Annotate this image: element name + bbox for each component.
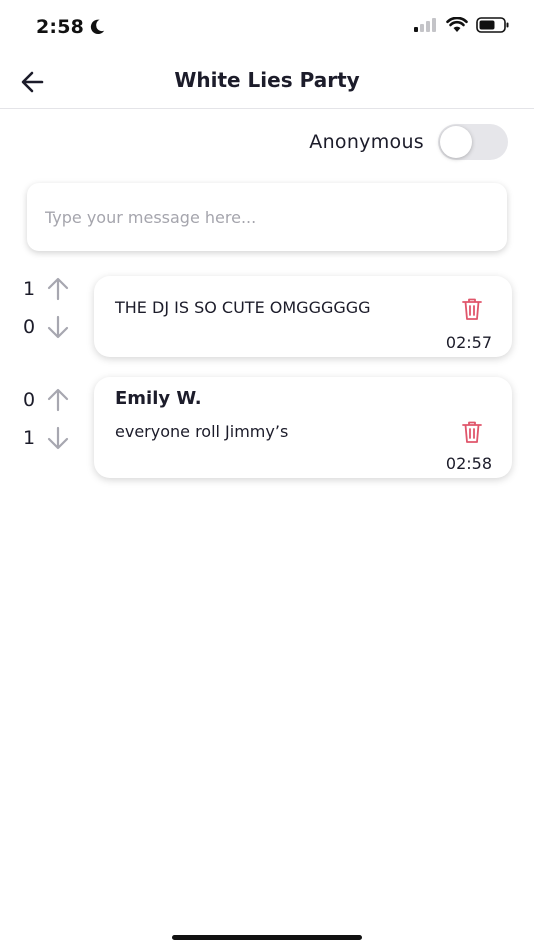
upvote-arrow-icon[interactable] (45, 387, 71, 413)
moon-icon (90, 19, 105, 35)
anonymous-row: Anonymous (309, 124, 508, 160)
message-card: Emily W. everyone roll Jimmy’s 02:58 (94, 377, 512, 478)
message-input[interactable] (27, 183, 507, 251)
downvote-row: 0 (18, 308, 78, 346)
status-icons (414, 17, 510, 33)
upvote-row: 1 (18, 270, 78, 308)
battery-icon (476, 17, 509, 33)
upvote-count: 1 (22, 278, 36, 300)
home-indicator (172, 935, 362, 940)
downvote-count: 1 (22, 427, 36, 449)
navigation-header: White Lies Party (0, 56, 534, 109)
message-time: 02:58 (445, 454, 492, 473)
message-author: Emily W. (115, 388, 202, 409)
message-composer (27, 183, 507, 251)
anonymous-toggle[interactable] (438, 124, 508, 160)
message-time: 02:57 (445, 333, 492, 352)
message-text: THE DJ IS SO CUTE OMGGGGGG (115, 298, 371, 317)
toggle-knob (440, 126, 472, 158)
upvote-row: 0 (18, 381, 78, 419)
status-bar: 2:58 (0, 0, 534, 56)
trash-icon[interactable] (461, 420, 483, 444)
message-card: THE DJ IS SO CUTE OMGGGGGG 02:57 (94, 276, 512, 357)
wifi-icon (446, 17, 468, 32)
cellular-signal-icon (414, 18, 436, 32)
downvote-arrow-icon[interactable] (45, 425, 71, 451)
upvote-count: 0 (22, 389, 36, 411)
anonymous-label: Anonymous (309, 131, 424, 153)
downvote-arrow-icon[interactable] (45, 314, 71, 340)
downvote-count: 0 (22, 316, 36, 338)
status-time: 2:58 (36, 16, 85, 38)
trash-icon[interactable] (461, 297, 483, 321)
message-text: everyone roll Jimmy’s (115, 422, 289, 441)
page-title: White Lies Party (174, 68, 360, 92)
vote-controls: 1 0 (18, 270, 78, 346)
vote-controls: 0 1 (18, 381, 78, 457)
downvote-row: 1 (18, 419, 78, 457)
upvote-arrow-icon[interactable] (45, 276, 71, 302)
